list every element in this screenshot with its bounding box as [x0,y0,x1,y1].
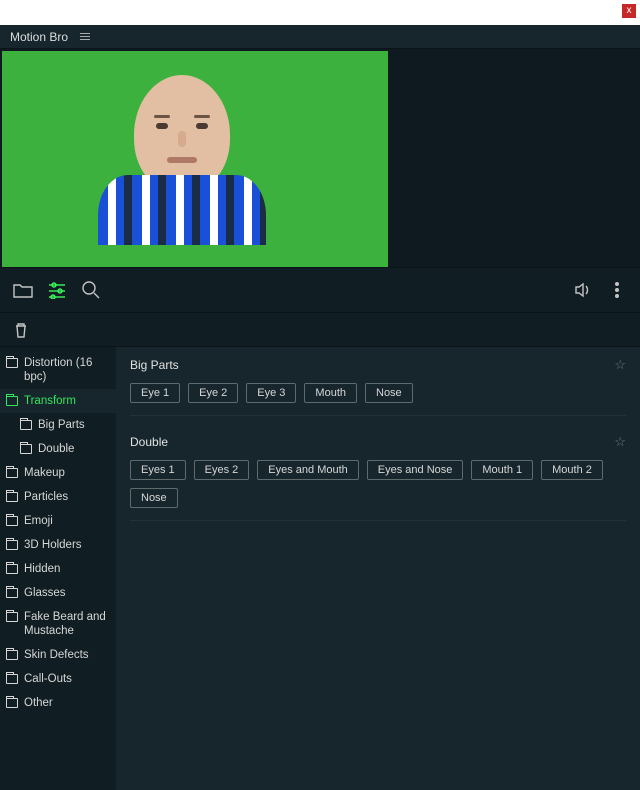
sidebar-item[interactable]: 3D Holders [0,533,116,557]
folder-icon [6,468,18,478]
folder-icon [6,650,18,660]
chip-row: Eyes 1 Eyes 2 Eyes and Mouth Eyes and Nose M… [130,460,626,521]
sidebar-item[interactable]: Double [0,437,116,461]
sidebar-item-label: Transform [24,394,76,408]
sidebar-item-label: Fake Beard and Mustache [24,610,110,638]
category-sidebar: Distortion (16 bpc) Transform Big Parts Dou… [0,347,116,790]
search-button[interactable] [74,273,108,307]
preset-chip[interactable]: Eyes 1 [130,460,186,480]
filter-button[interactable] [40,273,74,307]
panel-header: Motion Bro [0,25,640,49]
preset-section: Double ☆ Eyes 1 Eyes 2 Eyes and Mouth Eyes an… [130,434,626,521]
folder-icon [20,444,32,454]
section-header: Double ☆ [130,434,626,450]
preset-chip[interactable]: Eyes 2 [194,460,250,480]
folder-icon [6,612,18,622]
section-header: Big Parts ☆ [130,357,626,373]
trash-icon [14,322,28,338]
preset-chip[interactable]: Mouth [304,383,357,403]
preset-chip[interactable]: Nose [130,488,178,508]
kebab-icon [611,281,623,299]
delete-button[interactable] [8,317,34,343]
sidebar-item-label: Distortion (16 bpc) [24,356,110,384]
folder-icon [6,516,18,526]
main-toolbar [0,267,640,313]
sliders-icon [47,281,67,299]
more-button[interactable] [600,273,634,307]
sidebar-item-label: Glasses [24,586,66,600]
sidebar-item-label: Hidden [24,562,60,576]
chip-row: Eye 1 Eye 2 Eye 3 Mouth Nose [130,383,626,416]
panel-menu-button[interactable] [80,33,90,40]
sidebar-item[interactable]: Glasses [0,581,116,605]
volume-button[interactable] [566,273,600,307]
sidebar-item[interactable]: Particles [0,485,116,509]
preset-chip[interactable]: Eyes and Mouth [257,460,359,480]
preset-chip[interactable]: Eye 3 [246,383,296,403]
sidebar-item-label: Makeup [24,466,65,480]
folder-icon [6,396,18,406]
folder-button[interactable] [6,273,40,307]
sidebar-item[interactable]: Skin Defects [0,643,116,667]
preset-chip[interactable]: Mouth 2 [541,460,603,480]
folder-icon [6,698,18,708]
preset-section: Big Parts ☆ Eye 1 Eye 2 Eye 3 Mouth Nose [130,357,626,416]
preset-chip[interactable]: Eye 1 [130,383,180,403]
folder-icon [12,281,34,299]
sidebar-item[interactable]: Big Parts [0,413,116,437]
sidebar-item[interactable]: Emoji [0,509,116,533]
preset-chip[interactable]: Eyes and Nose [367,460,464,480]
sidebar-item-label: Double [38,442,74,456]
preset-chip[interactable]: Nose [365,383,413,403]
sub-toolbar [0,313,640,347]
folder-icon [6,564,18,574]
section-title: Double [130,435,168,449]
favorite-star-icon[interactable]: ☆ [614,434,626,450]
preset-chip[interactable]: Mouth 1 [471,460,533,480]
sidebar-item[interactable]: Makeup [0,461,116,485]
preset-chip[interactable]: Eye 2 [188,383,238,403]
speaker-icon [574,281,592,299]
sidebar-item[interactable]: Hidden [0,557,116,581]
sidebar-item[interactable]: Transform [0,389,116,413]
preset-content: Big Parts☆Eye 1Eye 2Eye 3MouthNoseDouble… [116,347,640,790]
main-area: Distortion (16 bpc) Transform Big Parts Dou… [0,347,640,790]
folder-icon [6,674,18,684]
section-title: Big Parts [130,358,179,372]
hamburger-icon [80,33,90,40]
search-icon [81,280,101,300]
sidebar-item-label: Skin Defects [24,648,89,662]
folder-icon [6,588,18,598]
sidebar-item[interactable]: Distortion (16 bpc) [0,351,116,389]
sidebar-item-label: Particles [24,490,68,504]
panel-title: Motion Bro [10,30,68,44]
sidebar-item-label: 3D Holders [24,538,82,552]
close-button[interactable]: x [622,4,636,18]
window-titlebar: x [0,0,640,25]
sidebar-item-label: Other [24,696,53,710]
preview-face-placeholder [122,75,242,225]
folder-icon [6,358,18,368]
folder-icon [6,540,18,550]
sidebar-item-label: Big Parts [38,418,85,432]
preview-area [2,51,388,267]
sidebar-item[interactable]: Fake Beard and Mustache [0,605,116,643]
sidebar-item-label: Emoji [24,514,53,528]
folder-icon [6,492,18,502]
sidebar-item[interactable]: Call-Outs [0,667,116,691]
folder-icon [20,420,32,430]
favorite-star-icon[interactable]: ☆ [614,357,626,373]
sidebar-item-label: Call-Outs [24,672,72,686]
sidebar-item[interactable]: Other [0,691,116,715]
